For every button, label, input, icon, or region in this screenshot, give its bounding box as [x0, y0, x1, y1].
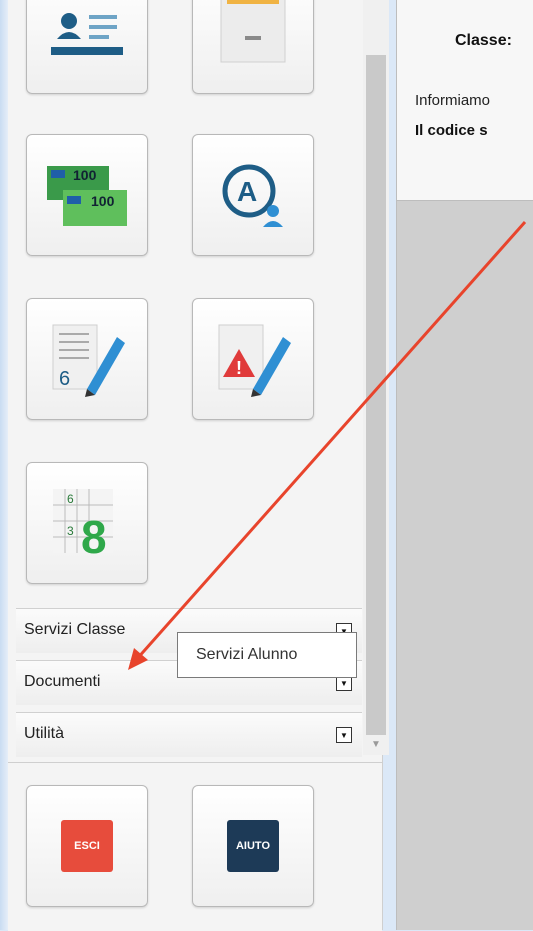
- grid-grades-icon: 6 3 8: [53, 489, 113, 563]
- user-a-letter: A: [237, 176, 257, 207]
- tooltip: Servizi Alunno: [177, 632, 357, 678]
- scroll-down-arrow-icon[interactable]: ▼: [368, 738, 384, 752]
- sidebar-scrollbar-thumb[interactable]: [366, 55, 386, 735]
- notes-warning-icon: !: [218, 324, 291, 397]
- grid-small-2: 3: [67, 524, 74, 538]
- grades-edit-tile[interactable]: 6: [26, 298, 148, 420]
- user-a-icon: A: [222, 164, 283, 227]
- section-label: Documenti: [24, 673, 101, 690]
- user-a-tile[interactable]: A: [192, 134, 314, 256]
- drawer-icon: [220, 0, 286, 63]
- help-tile[interactable]: AIUTO: [192, 785, 314, 907]
- money-amount-2: 100: [91, 193, 115, 209]
- section-label: Utilità: [24, 725, 65, 742]
- grid-big-number: 8: [81, 511, 107, 563]
- expand-toggle-icon[interactable]: ▼: [336, 727, 352, 743]
- code-text: Il codice s: [415, 122, 488, 139]
- section-label: Servizi Classe: [24, 621, 126, 638]
- main-header-panel: Classe: Informiamo Il codice s: [396, 0, 533, 201]
- grades-edit-icon: 6: [52, 324, 125, 397]
- grid-grades-tile[interactable]: 6 3 8: [26, 462, 148, 584]
- page-title: Classe:: [455, 32, 512, 49]
- bottom-actions: ESCI AIUTO: [8, 762, 382, 931]
- section-utilita[interactable]: Utilità ▼: [16, 712, 362, 757]
- info-text: Informiamo: [415, 92, 491, 109]
- window-edge: [0, 0, 8, 930]
- grade-number: 6: [59, 368, 70, 390]
- drawer-tile[interactable]: [192, 0, 314, 94]
- grid-small-1: 6: [67, 492, 74, 506]
- money-icon: 100 100: [47, 166, 127, 226]
- money-tile[interactable]: 100 100: [26, 134, 148, 256]
- main-content-area: [396, 201, 533, 930]
- notes-warning-tile[interactable]: !: [192, 298, 314, 420]
- money-amount-1: 100: [73, 167, 97, 183]
- exit-button[interactable]: ESCI: [61, 820, 113, 872]
- help-button[interactable]: AIUTO: [227, 820, 279, 872]
- warning-mark: !: [236, 358, 242, 378]
- student-card-tile[interactable]: [26, 0, 148, 94]
- student-card-icon: [51, 13, 123, 55]
- exit-tile[interactable]: ESCI: [26, 785, 148, 907]
